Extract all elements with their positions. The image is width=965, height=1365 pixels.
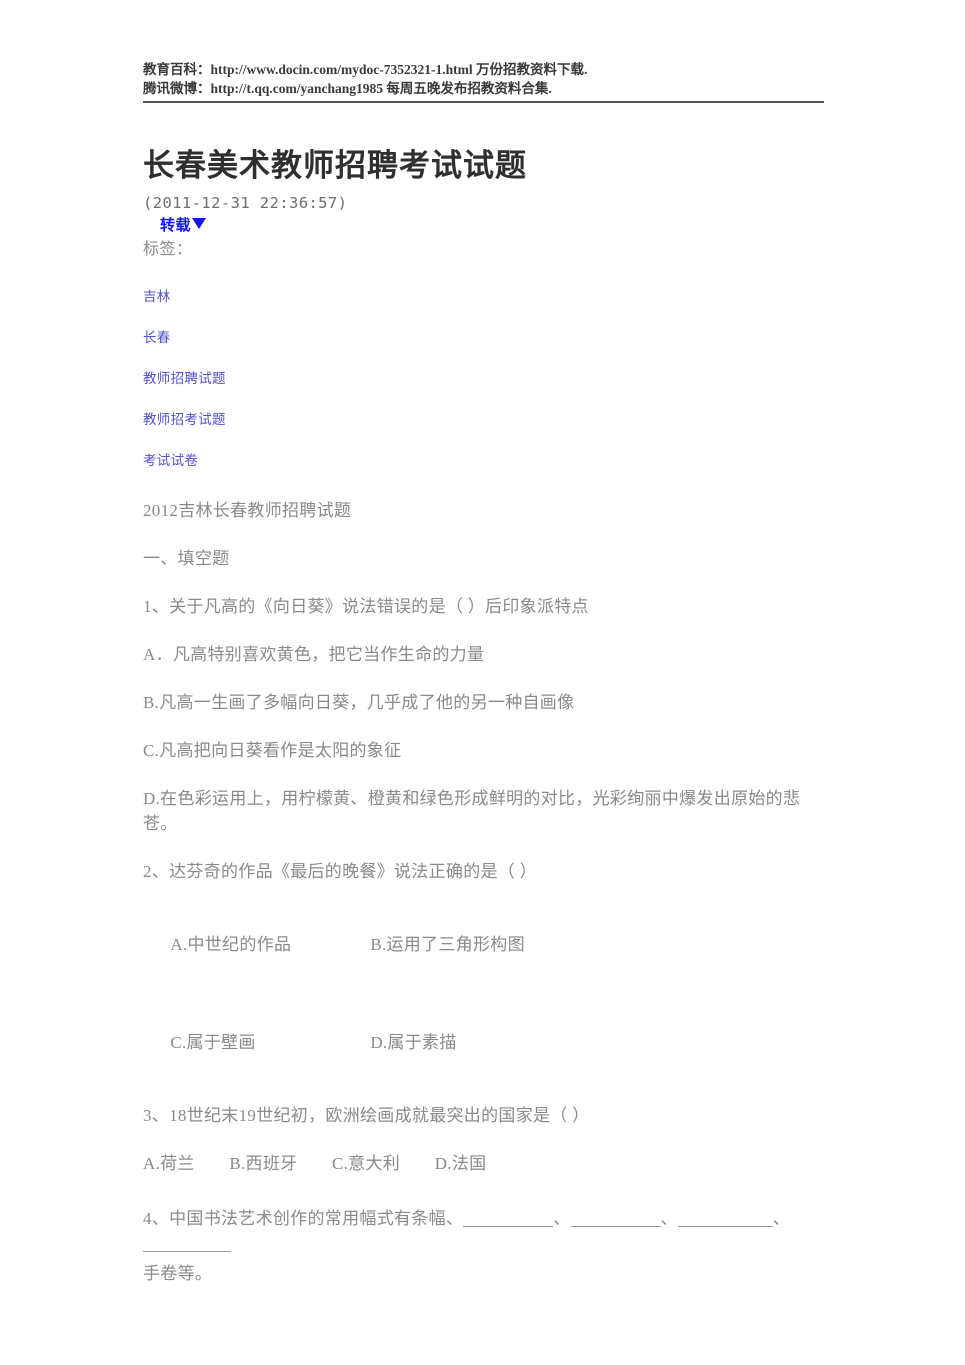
question-2-option-d: D.属于素描 xyxy=(370,1033,457,1052)
article-meta: (2011-12-31 22:36:57) 转载 标签： xyxy=(143,192,843,261)
question-2-options-row-1: A.中世纪的作品 B.运用了三角形构图 xyxy=(143,907,825,982)
question-4-separator-3: 、 xyxy=(772,1209,791,1228)
question-2-options-row-2: C.属于壁画 D.属于素描 xyxy=(143,1005,825,1080)
question-2-option-c: C.属于壁画 xyxy=(170,1033,256,1052)
repost-row: 转载 xyxy=(143,215,843,237)
question-4-separator-1: 、 xyxy=(553,1209,571,1228)
question-4-suffix: 手卷等。 xyxy=(143,1264,213,1283)
question-2-stem: 2、达芬奇的作品《最后的晚餐》说法正确的是（ ） xyxy=(143,862,537,881)
tag-link-jilin[interactable]: 吉林 xyxy=(143,288,843,305)
question-1-option-a: A．凡高特别喜欢黄色，把它当作生命的力量 xyxy=(143,645,485,664)
question-1-option-c: C.凡高把向日葵看作是太阳的象征 xyxy=(143,741,402,760)
promo-line-weibo: 腾讯微博：http://t.qq.com/yanchang1985 每周五晚发布… xyxy=(143,81,552,96)
question-4-blank-1[interactable] xyxy=(463,1211,554,1227)
header-divider xyxy=(143,101,824,103)
tag-link-teacher-exam-questions[interactable]: 教师招考试题 xyxy=(143,411,843,428)
tag-list: 吉林 长春 教师招聘试题 教师招考试题 考试试卷 xyxy=(143,288,843,493)
section-heading-fill-in-blanks: 一、填空题 xyxy=(143,549,230,568)
page-title: 长春美术教师招聘考试试题 xyxy=(143,147,527,183)
tag-link-changchun[interactable]: 长春 xyxy=(143,329,843,346)
question-3-stem: 3、18世纪末19世纪初，欧洲绘画成就最突出的国家是（ ） xyxy=(143,1106,590,1125)
question-1-option-d: D.在色彩运用上，用柠檬黄、橙黄和绿色形成鲜明的对比，光彩绚丽中爆发出原始的悲苍… xyxy=(143,789,801,833)
tags-label: 标签： xyxy=(143,241,193,258)
article-body: 2012吉林长春教师招聘试题 一、填空题 1、关于凡高的《向日葵》说法错误的是（… xyxy=(143,498,825,1309)
tag-link-exam-paper[interactable]: 考试试卷 xyxy=(143,452,843,469)
question-4-prefix: 4、中国书法艺术创作的常用幅式有条幅、 xyxy=(143,1209,464,1228)
question-4-stem: 4、中国书法艺术创作的常用幅式有条幅、 、 、 、 xyxy=(143,1206,825,1256)
question-4-blank-3[interactable] xyxy=(677,1211,773,1227)
promo-header: 教育百科：http://www.docin.com/mydoc-7352321-… xyxy=(143,60,825,103)
question-4-blank-2[interactable] xyxy=(570,1211,661,1227)
publish-timestamp: (2011-12-31 22:36:57) xyxy=(143,194,348,212)
question-2-option-a: A.中世纪的作品 xyxy=(170,935,292,954)
question-2-option-b: B.运用了三角形构图 xyxy=(370,935,525,954)
document-page: 教育百科：http://www.docin.com/mydoc-7352321-… xyxy=(0,0,965,1365)
question-4-separator-2: 、 xyxy=(660,1209,678,1228)
promo-line-docin: 教育百科：http://www.docin.com/mydoc-7352321-… xyxy=(143,62,588,77)
repost-link[interactable]: 转载 xyxy=(160,218,191,234)
question-1-option-b: B.凡高一生画了多幅向日葵，几乎成了他的另一种自画像 xyxy=(143,693,575,712)
caret-down-icon[interactable] xyxy=(192,218,207,229)
exam-heading: 2012吉林长春教师招聘试题 xyxy=(143,501,352,520)
question-1-stem: 1、关于凡高的《向日葵》说法错误的是（ ）后印象派特点 xyxy=(143,597,589,616)
question-3-options: A.荷兰 B.西班牙 C.意大利 D.法国 xyxy=(143,1154,487,1173)
tag-link-teacher-recruitment-questions[interactable]: 教师招聘试题 xyxy=(143,370,843,387)
question-4-blank-4[interactable] xyxy=(143,1236,231,1252)
